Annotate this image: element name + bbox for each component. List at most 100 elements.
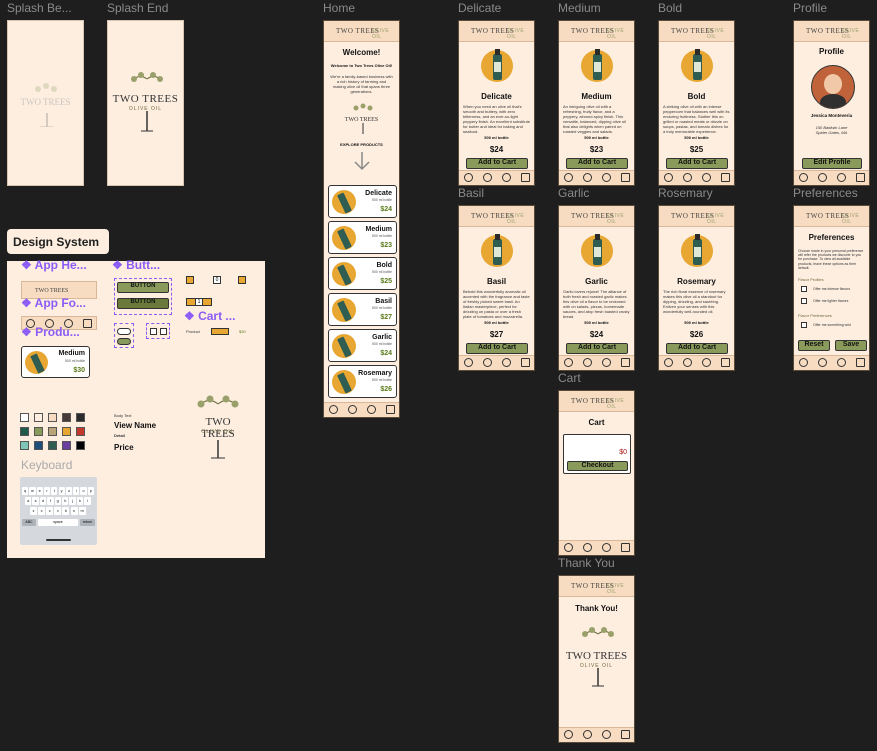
frame-label-delicate[interactable]: Delicate xyxy=(458,1,501,15)
keyboard-key[interactable]: u xyxy=(65,487,73,495)
home-icon[interactable] xyxy=(564,543,573,552)
gear-icon[interactable] xyxy=(837,173,846,182)
keyboard-key[interactable]: f xyxy=(47,497,54,505)
gear-icon[interactable] xyxy=(702,358,711,367)
home-icon[interactable] xyxy=(464,358,473,367)
keyboard-key[interactable]: z xyxy=(30,507,38,515)
cart-icon[interactable] xyxy=(856,358,865,367)
keyboard-label[interactable]: Keyboard xyxy=(21,458,72,472)
add-to-cart-button[interactable]: Add to Cart xyxy=(666,158,728,169)
keyboard-return-key[interactable]: return xyxy=(80,519,95,526)
button-sample[interactable]: BUTTON xyxy=(117,282,169,293)
stepper-plus-button[interactable] xyxy=(238,276,246,284)
home-icon[interactable] xyxy=(664,358,673,367)
profile-icon[interactable] xyxy=(683,358,692,367)
gear-icon[interactable] xyxy=(367,405,376,414)
frame-label-splash-end[interactable]: Splash End xyxy=(107,1,168,15)
frame-label-splash-begin[interactable]: Splash Be... xyxy=(7,1,72,15)
keyboard-key[interactable]: x xyxy=(38,507,46,515)
keyboard-key[interactable]: c xyxy=(46,507,54,515)
frame-label-bold[interactable]: Bold xyxy=(658,1,682,15)
add-to-cart-button[interactable]: Add to Cart xyxy=(466,158,528,169)
gear-icon[interactable] xyxy=(602,358,611,367)
component-app-header[interactable]: ❖ App He... xyxy=(21,258,87,272)
add-to-cart-button[interactable]: Add to Cart xyxy=(566,343,628,354)
component-app-footer[interactable]: ❖ App Fo... xyxy=(21,296,86,310)
gear-icon[interactable] xyxy=(702,173,711,182)
keyboard-key[interactable]: v xyxy=(54,507,62,515)
profile-icon[interactable] xyxy=(818,358,827,367)
keyboard-key[interactable]: g xyxy=(54,497,61,505)
home-icon[interactable] xyxy=(464,173,473,182)
add-to-cart-button[interactable]: Add to Cart xyxy=(566,158,628,169)
cart-icon[interactable] xyxy=(521,358,530,367)
keyboard-key[interactable]: y xyxy=(58,487,65,495)
keyboard-key[interactable]: d xyxy=(39,497,47,505)
cart-icon[interactable] xyxy=(721,358,730,367)
home-product-card[interactable]: Bold 500 ml bottle $25 xyxy=(328,257,397,290)
gear-icon[interactable] xyxy=(502,358,511,367)
keyboard-key[interactable]: t xyxy=(51,487,58,495)
profile-icon[interactable] xyxy=(583,730,592,739)
cart-icon[interactable] xyxy=(621,730,630,739)
frame-label-home[interactable]: Home xyxy=(323,1,355,15)
cart-icon[interactable] xyxy=(621,543,630,552)
cart-row-stepper[interactable] xyxy=(211,328,229,335)
cart-icon[interactable] xyxy=(621,173,630,182)
home-product-card[interactable]: Garlic 500 ml bottle $24 xyxy=(328,329,397,362)
home-product-card[interactable]: Medium 500 ml bottle $23 xyxy=(328,221,397,254)
keyboard-key[interactable]: j xyxy=(69,497,76,505)
gear-icon[interactable] xyxy=(602,173,611,182)
home-product-card[interactable]: Delicate 500 ml bottle $24 xyxy=(328,185,397,218)
arrow-down-icon[interactable] xyxy=(353,151,371,171)
reset-button[interactable]: Reset xyxy=(798,340,830,351)
gear-icon[interactable] xyxy=(602,543,611,552)
checkbox-unchecked[interactable] xyxy=(150,328,157,335)
component-buttons[interactable]: ❖ Butt... xyxy=(112,258,160,272)
home-product-card[interactable]: Basil 500 ml bottle $27 xyxy=(328,293,397,326)
cart-icon[interactable] xyxy=(83,319,92,328)
frame-label-medium[interactable]: Medium xyxy=(558,1,601,15)
checkbox[interactable] xyxy=(801,286,807,292)
keyboard-key[interactable]: w xyxy=(29,487,36,495)
keyboard-key[interactable]: m xyxy=(78,507,86,515)
explore-products-label[interactable]: EXPLORE PRODUCTS xyxy=(324,142,399,147)
gear-icon[interactable] xyxy=(602,730,611,739)
home-icon[interactable] xyxy=(564,173,573,182)
cart-icon[interactable] xyxy=(621,358,630,367)
cart-icon[interactable] xyxy=(521,173,530,182)
home-icon[interactable] xyxy=(799,358,808,367)
cart-icon[interactable] xyxy=(721,173,730,182)
gear-icon[interactable] xyxy=(502,173,511,182)
design-system-label[interactable]: Design System xyxy=(7,229,109,254)
home-icon[interactable] xyxy=(564,730,573,739)
home-icon[interactable] xyxy=(664,173,673,182)
save-button[interactable]: Save xyxy=(835,340,867,351)
component-product[interactable]: ❖ Produ... xyxy=(21,325,80,339)
keyboard-key[interactable]: s xyxy=(32,497,39,505)
keyboard-key[interactable]: b xyxy=(62,507,70,515)
product-card-sample[interactable]: Medium 500 ml bottle $30 xyxy=(21,346,90,378)
profile-icon[interactable] xyxy=(583,543,592,552)
home-icon[interactable] xyxy=(329,405,338,414)
frame-label-basil[interactable]: Basil xyxy=(458,186,484,200)
keyboard-key[interactable]: a xyxy=(25,497,32,505)
keyboard-abc-key[interactable]: ABC xyxy=(22,519,36,526)
keyboard-key[interactable]: p xyxy=(87,487,94,495)
profile-icon[interactable] xyxy=(683,173,692,182)
keyboard-key[interactable]: h xyxy=(62,497,69,505)
frame-label-profile[interactable]: Profile xyxy=(793,1,827,15)
frame-label-cart[interactable]: Cart xyxy=(558,371,581,385)
toggle-on[interactable] xyxy=(117,338,131,345)
stepper-minus-button[interactable] xyxy=(186,276,194,284)
keyboard-key[interactable]: n xyxy=(70,507,78,515)
frame-label-rosemary[interactable]: Rosemary xyxy=(658,186,713,200)
home-icon[interactable] xyxy=(564,358,573,367)
toggle-off[interactable] xyxy=(117,328,131,335)
frame-label-thank-you[interactable]: Thank You xyxy=(558,556,615,570)
profile-icon[interactable] xyxy=(483,358,492,367)
profile-icon[interactable] xyxy=(583,358,592,367)
keyboard-key[interactable]: o xyxy=(80,487,87,495)
add-to-cart-button[interactable]: Add to Cart xyxy=(466,343,528,354)
checkbox[interactable] xyxy=(801,298,807,304)
